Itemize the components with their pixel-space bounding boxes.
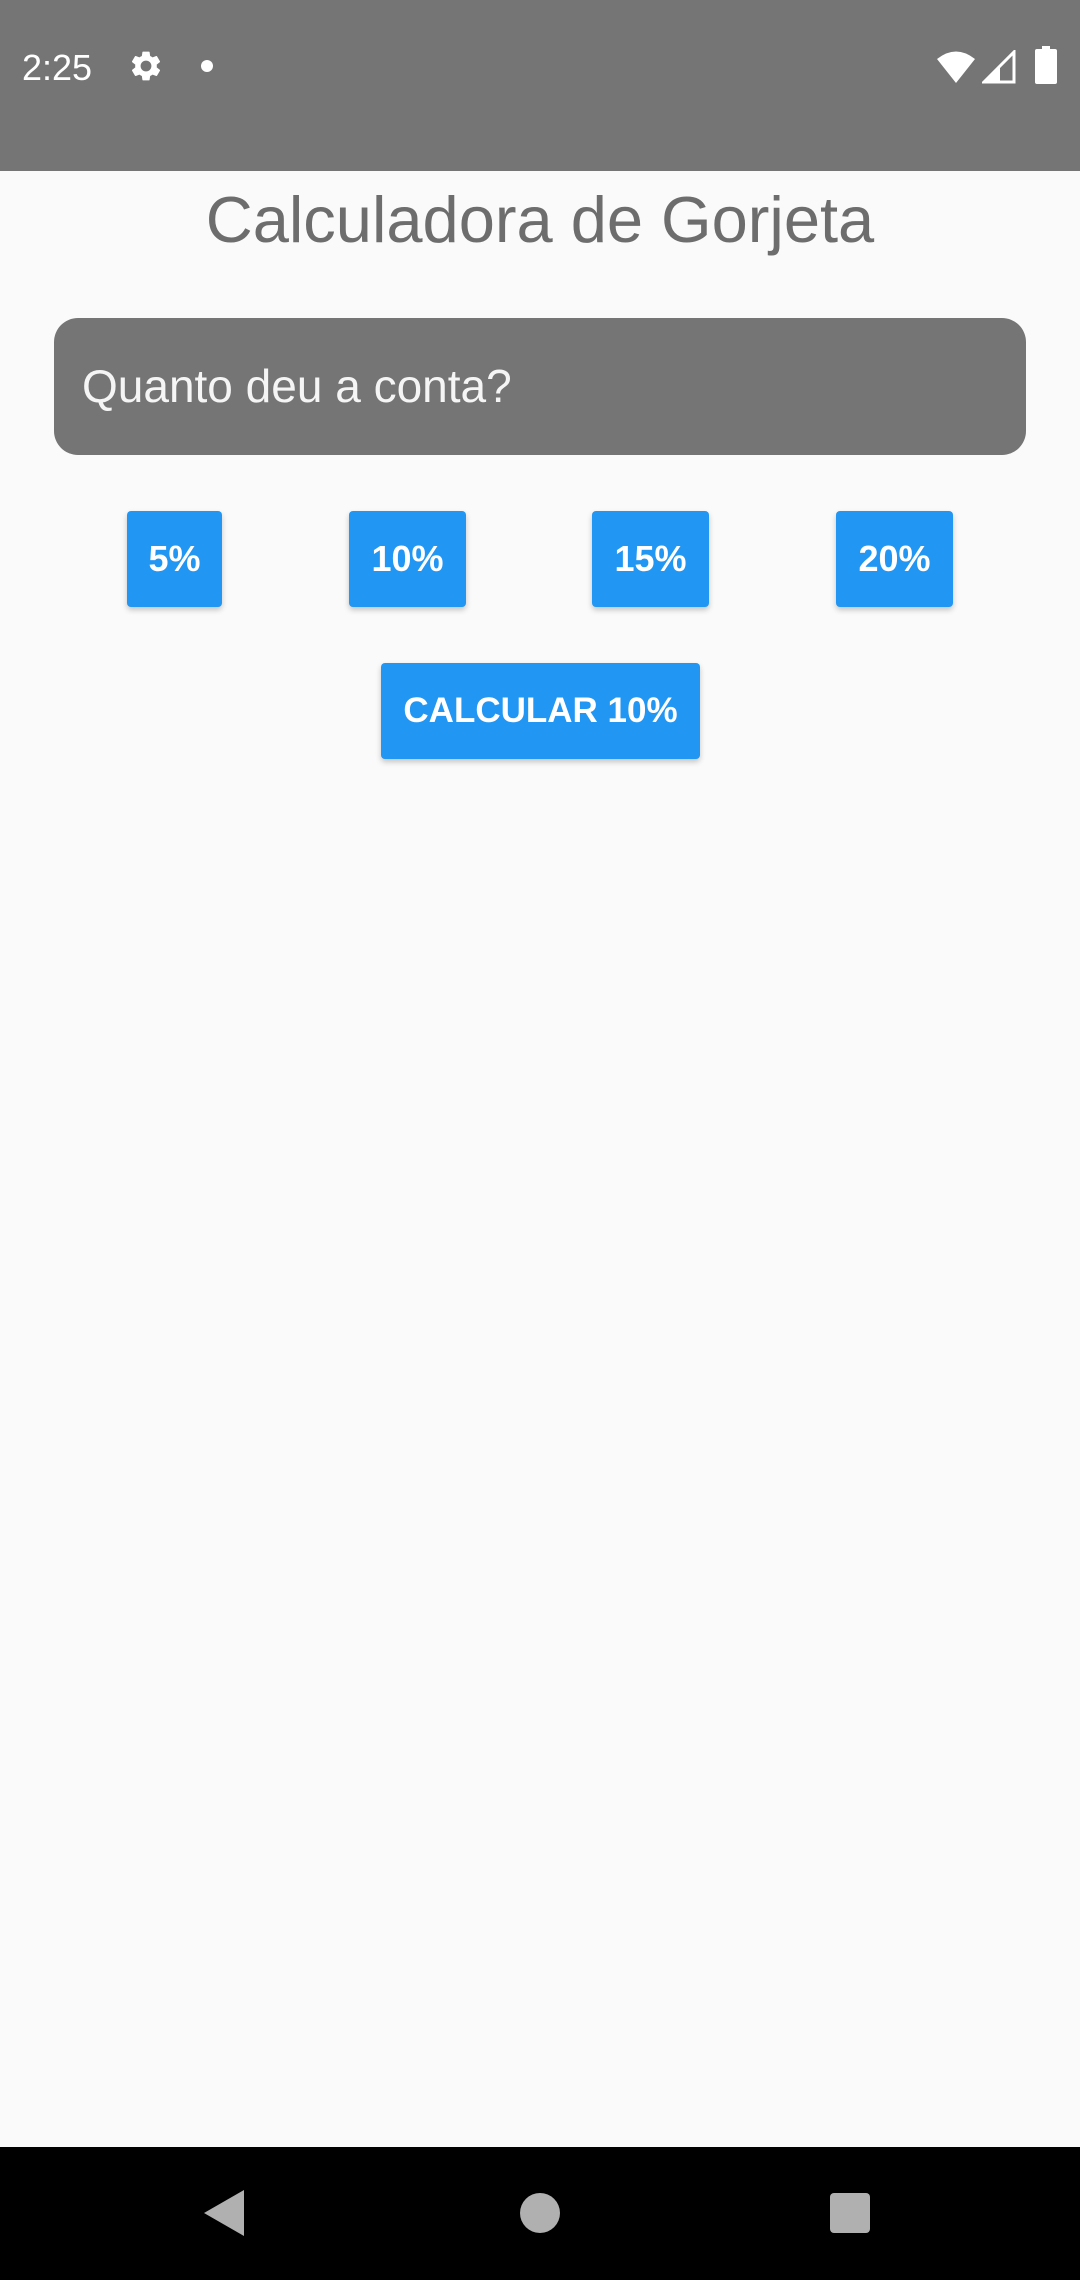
status-time: 2:25 bbox=[22, 47, 93, 88]
notification-dot-icon bbox=[201, 60, 213, 72]
calculate-button[interactable]: CALCULAR 10% bbox=[381, 663, 700, 759]
home-icon[interactable] bbox=[520, 2193, 560, 2233]
status-bar: 2:25 bbox=[0, 0, 1080, 171]
battery-icon bbox=[1035, 46, 1057, 84]
tip-10-button[interactable]: 10% bbox=[349, 511, 466, 607]
tip-15-button[interactable]: 15% bbox=[592, 511, 709, 607]
gear-icon bbox=[131, 51, 161, 81]
signal-icon bbox=[982, 50, 1016, 84]
bill-amount-placeholder: Quanto deu a conta? bbox=[82, 360, 512, 412]
recents-icon[interactable] bbox=[830, 2193, 870, 2233]
tip-5-button[interactable]: 5% bbox=[127, 511, 222, 607]
bill-amount-input[interactable]: Quanto deu a conta? bbox=[54, 318, 1026, 455]
tip-20-button[interactable]: 20% bbox=[836, 511, 953, 607]
wifi-icon bbox=[937, 51, 975, 83]
navigation-bar bbox=[0, 2147, 1080, 2280]
screen: 2:25 Calculadora de Gorjeta Quanto deu a… bbox=[0, 0, 1080, 2280]
page-title: Calculadora de Gorjeta bbox=[205, 183, 875, 256]
back-icon[interactable] bbox=[204, 2190, 244, 2236]
